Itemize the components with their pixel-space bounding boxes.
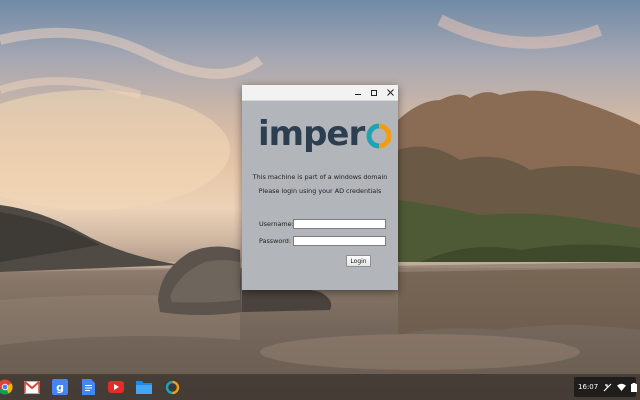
maximize-icon (371, 89, 377, 96)
files-icon[interactable] (135, 378, 153, 396)
youtube-icon[interactable] (107, 378, 125, 396)
wifi-icon (617, 383, 627, 392)
credentials-message: Please login using your AD credentials (258, 187, 382, 195)
login-button[interactable]: Login (346, 255, 371, 267)
google-search-icon[interactable]: g (51, 378, 69, 396)
username-input[interactable] (293, 219, 386, 229)
username-label: Username: (259, 220, 294, 228)
docs-icon[interactable] (79, 378, 97, 396)
password-input[interactable] (293, 236, 386, 246)
password-label: Password: (259, 237, 292, 245)
impero-app-icon[interactable] (163, 378, 181, 396)
maximize-button[interactable] (366, 85, 382, 101)
battery-icon (631, 382, 638, 392)
shelf: g 16:07 (0, 374, 640, 400)
domain-message: This machine is part of a windows domain (252, 173, 388, 181)
minimize-button[interactable] (350, 85, 366, 101)
close-icon (386, 89, 394, 96)
impero-logo: imper (258, 114, 392, 154)
logo-text: imper (258, 114, 365, 154)
minimize-icon (355, 94, 361, 95)
gmail-icon[interactable] (23, 378, 41, 396)
status-tray[interactable]: 16:07 (574, 377, 638, 397)
login-dialog: imper This machine is part of a windows … (242, 85, 398, 290)
clock: 16:07 (578, 383, 599, 391)
dialog-titlebar[interactable] (242, 85, 398, 101)
logo-o-icon (366, 123, 392, 149)
svg-text:g: g (56, 381, 64, 394)
chrome-icon[interactable] (0, 378, 14, 396)
notification-icon (603, 383, 612, 392)
close-button[interactable] (382, 85, 398, 101)
